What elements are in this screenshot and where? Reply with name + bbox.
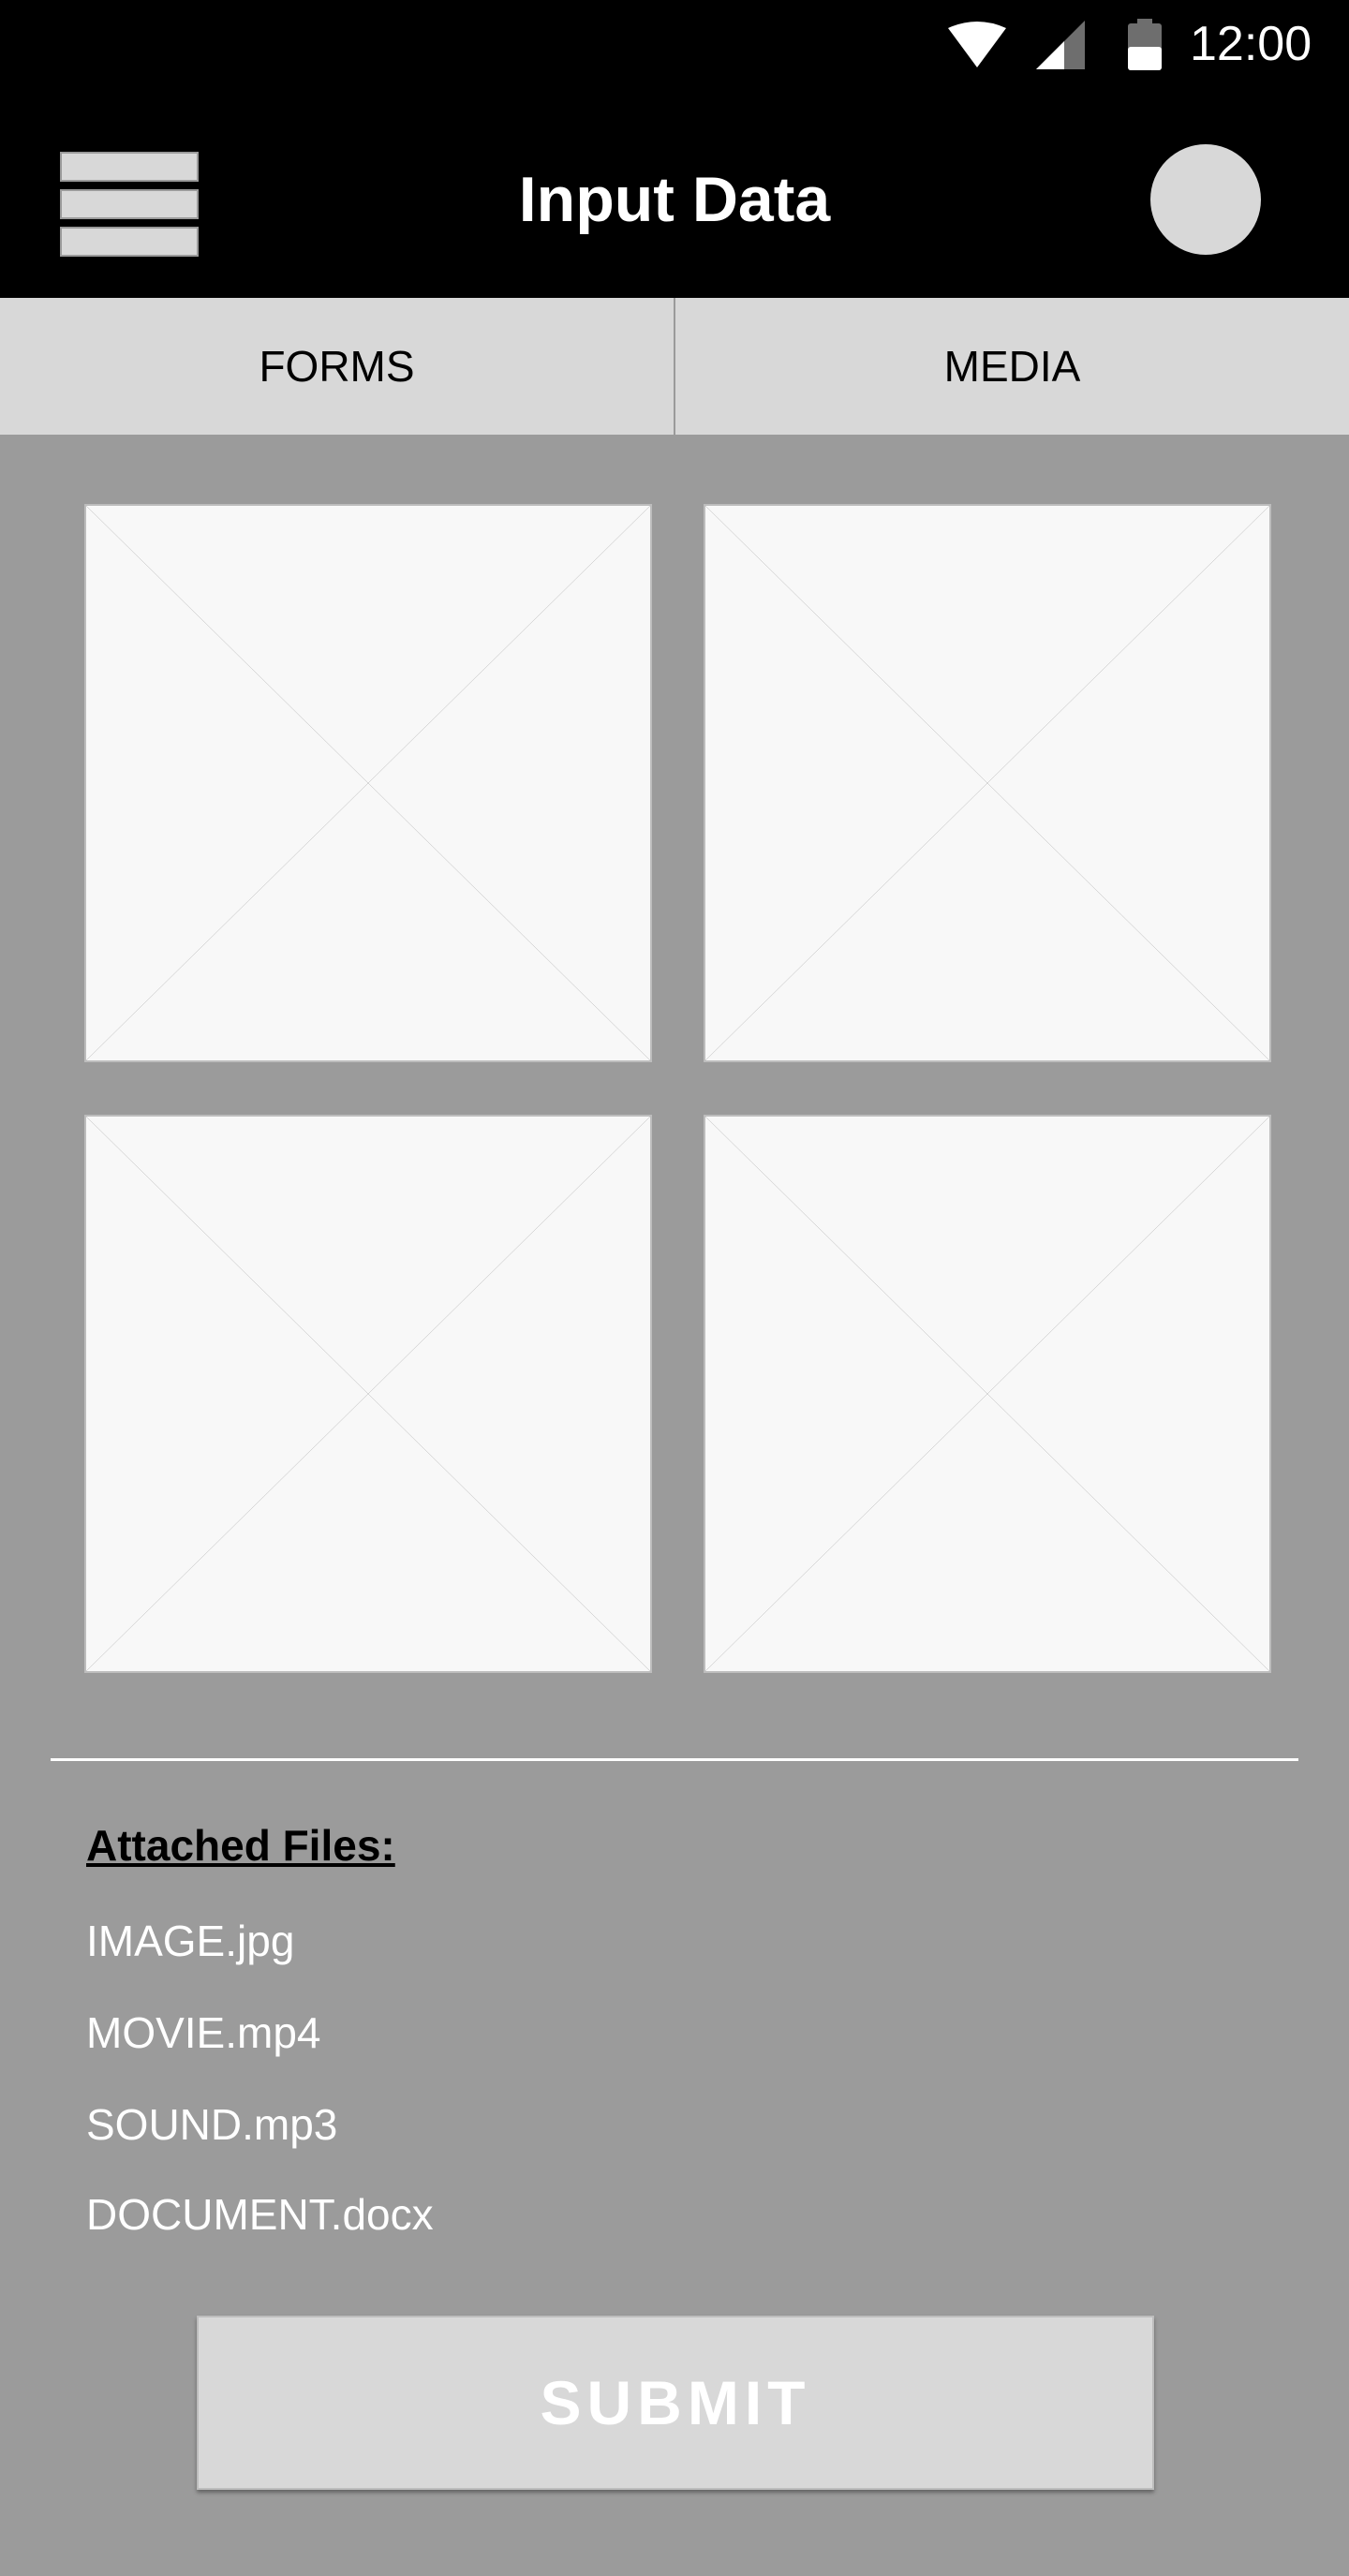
hamburger-menu-icon[interactable] (60, 152, 199, 257)
avatar[interactable] (1150, 144, 1261, 255)
tab-media[interactable]: MEDIA (674, 298, 1349, 435)
image-placeholder-icon (86, 1117, 650, 1671)
media-thumbnail[interactable] (84, 1115, 652, 1673)
tab-forms[interactable]: FORMS (0, 298, 674, 435)
status-bar: 12:00 (0, 0, 1349, 90)
submit-button[interactable]: SUBMIT (197, 2316, 1154, 2490)
media-thumbnail[interactable] (84, 504, 652, 1062)
image-placeholder-icon (86, 506, 650, 1060)
menu-line (60, 227, 199, 257)
media-thumbnail[interactable] (704, 504, 1271, 1062)
app-bar: Input Data (0, 90, 1349, 298)
attached-file[interactable]: IMAGE.jpg (86, 1913, 294, 1969)
status-time: 12:00 (1190, 17, 1312, 71)
page-title: Input Data (518, 164, 831, 235)
cell-signal-icon (1036, 21, 1085, 69)
battery-icon (1128, 19, 1162, 70)
image-placeholder-icon (705, 506, 1269, 1060)
section-divider (51, 1758, 1298, 1761)
menu-line (60, 189, 199, 219)
attached-files-heading: Attached Files: (86, 1821, 395, 1870)
image-placeholder-icon (705, 1117, 1269, 1671)
wifi-icon (948, 22, 1006, 67)
tab-bar: FORMS MEDIA (0, 298, 1349, 435)
attached-file[interactable]: DOCUMENT.docx (86, 2186, 434, 2243)
menu-line (60, 152, 199, 182)
attached-file[interactable]: SOUND.mp3 (86, 2096, 337, 2153)
attached-file[interactable]: MOVIE.mp4 (86, 2005, 321, 2061)
media-thumbnail[interactable] (704, 1115, 1271, 1673)
